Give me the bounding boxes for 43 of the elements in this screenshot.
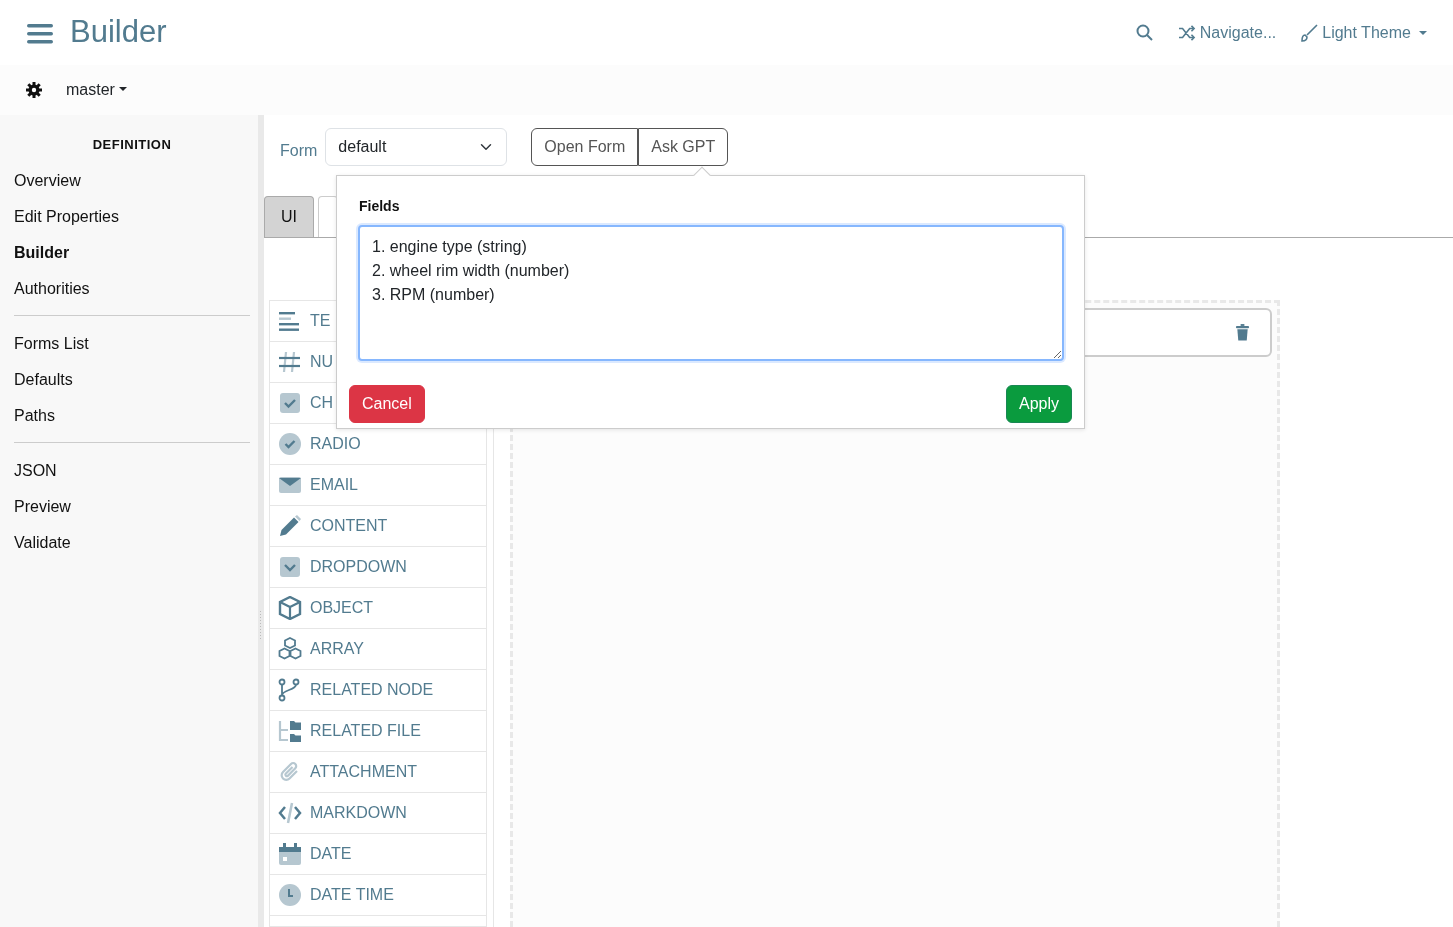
sidebar-item[interactable]: Authorities <box>14 270 250 307</box>
sidebar-item[interactable]: Forms List <box>14 325 250 362</box>
sidebar-item[interactable]: Overview <box>14 162 250 199</box>
tab[interactable]: UI <box>264 196 314 237</box>
cancel-button[interactable]: Cancel <box>349 385 425 423</box>
app-title: Builder <box>70 13 167 52</box>
text-lines-icon <box>278 309 302 333</box>
cubes-icon <box>278 637 302 661</box>
trash-icon[interactable] <box>1235 324 1250 341</box>
sidebar-item[interactable]: Edit Properties <box>14 198 250 235</box>
section-heading: DEFINITION <box>91 136 173 154</box>
code-icon <box>278 801 302 825</box>
check-circle-icon <box>278 432 302 456</box>
navigate-link[interactable]: Navigate... <box>1177 20 1277 45</box>
pencil-icon <box>278 514 302 538</box>
theme-dropdown[interactable]: Light Theme <box>1300 20 1427 45</box>
clock-icon <box>278 883 302 907</box>
chevron-down-icon <box>278 555 302 579</box>
apply-button[interactable]: Apply <box>1005 385 1072 423</box>
sidebar-item[interactable]: Validate <box>14 524 250 561</box>
form-label: Form <box>280 141 318 161</box>
brush-icon <box>1300 23 1319 42</box>
fields-textarea[interactable]: 1. engine type (string) 2. wheel rim width (number) 3. RPM (number) <box>358 225 1064 361</box>
sidebar-item[interactable]: Paths <box>14 397 250 434</box>
folder-tree-icon <box>278 719 302 743</box>
gear-icon <box>26 82 42 98</box>
resize-handle[interactable] <box>259 610 263 640</box>
sidebar-item[interactable]: Builder <box>14 234 250 271</box>
search-icon[interactable] <box>1135 23 1154 42</box>
branch-icon <box>278 678 302 702</box>
cube-icon <box>278 596 302 620</box>
fields-label: Fields <box>359 197 401 216</box>
shuffle-icon <box>1177 24 1196 41</box>
toolbar-button[interactable]: Open Form <box>531 128 639 166</box>
sidebar-item[interactable]: Defaults <box>14 361 250 398</box>
checkbox-icon <box>278 391 302 415</box>
branch-dropdown[interactable]: master <box>66 78 127 102</box>
toolbar-button[interactable]: Ask GPT <box>638 128 729 166</box>
sidebar-item[interactable]: Preview <box>14 488 250 525</box>
sidebar-item[interactable]: JSON <box>14 452 250 489</box>
calendar-icon <box>278 842 302 866</box>
form-select[interactable]: default <box>325 128 508 166</box>
hash-icon <box>278 350 302 374</box>
